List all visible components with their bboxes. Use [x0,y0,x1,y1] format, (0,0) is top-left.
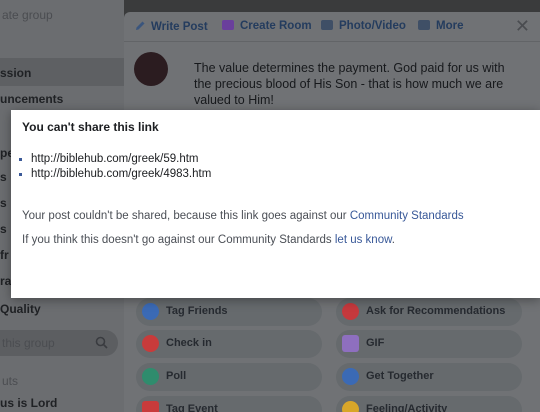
close-icon[interactable]: ✕ [515,16,530,37]
option-label: Get Together [366,370,434,382]
sidebar-fragment: ra [0,274,12,288]
sidebar-item-discussion[interactable]: ssion [0,66,31,80]
sidebar-item-quality[interactable]: Quality [0,302,41,316]
let-us-know-link[interactable]: let us know [335,234,392,246]
blocked-link: http://biblehub.com/greek/59.htm [19,152,211,167]
sidebar-fragment: s [0,170,7,184]
recommendations-icon [342,303,359,320]
tab-create-room[interactable]: Create Room [222,20,312,32]
option-label: Tag Event [166,403,218,412]
tab-label: Write Post [151,21,208,33]
blocked-links-list: http://biblehub.com/greek/59.htm http://… [19,152,211,182]
checkin-icon [142,335,159,352]
sidebar-fragment: fr [0,248,9,262]
option-label: Tag Friends [166,305,228,317]
option-ask-recommendations[interactable]: Ask for Recommendations [336,298,522,326]
tab-more[interactable]: More [418,20,463,32]
pencil-icon [136,21,145,30]
search-icon [95,336,108,349]
get-together-icon [342,368,359,385]
option-label: Ask for Recommendations [366,305,506,317]
option-label: Feeling/Activity [366,403,448,412]
poll-icon [142,368,159,385]
tab-label: Create Room [240,20,312,32]
sidebar-fragment: s [0,222,7,236]
community-standards-link[interactable]: Community Standards [350,210,464,222]
option-label: Check in [166,337,212,349]
sidebar-fragment: s [0,196,7,210]
tab-write-post[interactable]: Write Post [134,20,208,33]
sidebar-section-shortcuts: uts [2,374,19,388]
photo-icon [321,20,333,30]
option-poll[interactable]: Poll [136,363,322,391]
group-search-placeholder: this group [2,336,55,350]
option-tag-event[interactable]: Tag Event [136,396,322,412]
tab-photo-video[interactable]: Photo/Video [321,20,406,32]
sidebar-header: ate group [2,8,53,22]
option-label: Poll [166,370,187,382]
group-search-box[interactable]: this group [0,330,118,356]
share-error-dialog: You can't share this link http://biblehu… [11,110,540,298]
dialog-note-suffix: . [391,234,395,246]
option-gif[interactable]: GIF [336,330,522,358]
avatar [134,52,168,86]
tab-label: Photo/Video [339,20,406,32]
grid-icon [418,20,430,30]
gif-icon [342,335,359,352]
tag-friends-icon [142,303,159,320]
video-icon [222,20,234,30]
option-get-together[interactable]: Get Together [336,363,522,391]
dialog-message-text: Your post couldn't be shared, because th… [22,210,350,222]
dialog-note-text: If you think this doesn't go against our… [22,234,335,246]
post-text[interactable]: The value determines the payment. God pa… [194,60,514,108]
feeling-icon [342,401,359,412]
option-feeling-activity[interactable]: Feeling/Activity [336,396,522,412]
sidebar-item-announcements[interactable]: uncements [0,92,63,106]
dialog-note: If you think this doesn't go against our… [22,234,395,246]
tag-event-icon [142,401,159,412]
option-tag-friends[interactable]: Tag Friends [136,298,322,326]
option-check-in[interactable]: Check in [136,330,322,358]
tab-label: More [436,20,464,32]
sidebar-item-shortcut[interactable]: us is Lord [0,396,57,410]
option-label: GIF [366,337,385,349]
composer-tabs: Write Post Create Room Photo/Video More … [124,12,540,42]
dialog-message: Your post couldn't be shared, because th… [22,210,464,222]
dialog-title: You can't share this link [22,120,159,134]
blocked-link: http://biblehub.com/greek/4983.htm [19,167,211,182]
